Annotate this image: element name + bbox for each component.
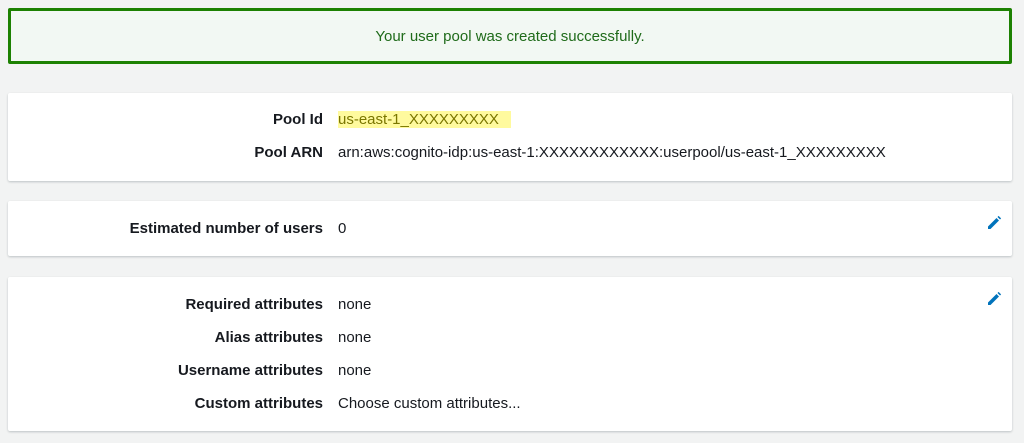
users-value: 0 xyxy=(338,220,347,237)
pool-arn-value: arn:aws:cognito-idp:us-east-1:XXXXXXXXXX… xyxy=(338,144,886,161)
username-attributes-row: Username attributes none xyxy=(8,361,1012,381)
choose-custom-attributes-link[interactable]: Choose custom attributes... xyxy=(338,394,521,414)
users-label: Estimated number of users xyxy=(129,220,323,237)
username-attributes-label: Username attributes xyxy=(177,362,323,379)
edit-users-button[interactable] xyxy=(986,215,1002,231)
custom-attributes-row: Custom attributes Choose custom attribut… xyxy=(8,394,1012,414)
required-attributes-label: Required attributes xyxy=(185,296,323,313)
pool-id-row: Pool Id us-east-1_XXXXXXXXX xyxy=(8,110,1012,130)
custom-attributes-label: Custom attributes xyxy=(194,395,323,412)
pencil-icon xyxy=(988,215,1002,229)
username-attributes-value: none xyxy=(338,362,372,379)
required-attributes-value: none xyxy=(338,296,372,313)
alias-attributes-label: Alias attributes xyxy=(214,329,323,346)
success-banner: Your user pool was created successfully. xyxy=(8,8,1012,64)
users-card: Estimated number of users 0 xyxy=(8,201,1012,256)
attributes-card: Required attributes none Alias attribute… xyxy=(8,277,1012,431)
alias-attributes-row: Alias attributes none xyxy=(8,328,1012,348)
success-message: Your user pool was created successfully. xyxy=(375,27,645,45)
users-row: Estimated number of users 0 xyxy=(8,219,1012,239)
pool-arn-label: Pool ARN xyxy=(254,144,323,161)
pool-arn-row: Pool ARN arn:aws:cognito-idp:us-east-1:X… xyxy=(8,143,1012,163)
required-attributes-row: Required attributes none xyxy=(8,295,1012,315)
edit-attributes-button[interactable] xyxy=(986,291,1002,307)
pool-details-card: Pool Id us-east-1_XXXXXXXXX Pool ARN arn… xyxy=(8,93,1012,181)
pencil-icon xyxy=(988,291,1002,305)
alias-attributes-value: none xyxy=(338,329,372,346)
pool-id-value: us-east-1_XXXXXXXXX xyxy=(338,111,511,128)
pool-id-label: Pool Id xyxy=(273,111,323,128)
